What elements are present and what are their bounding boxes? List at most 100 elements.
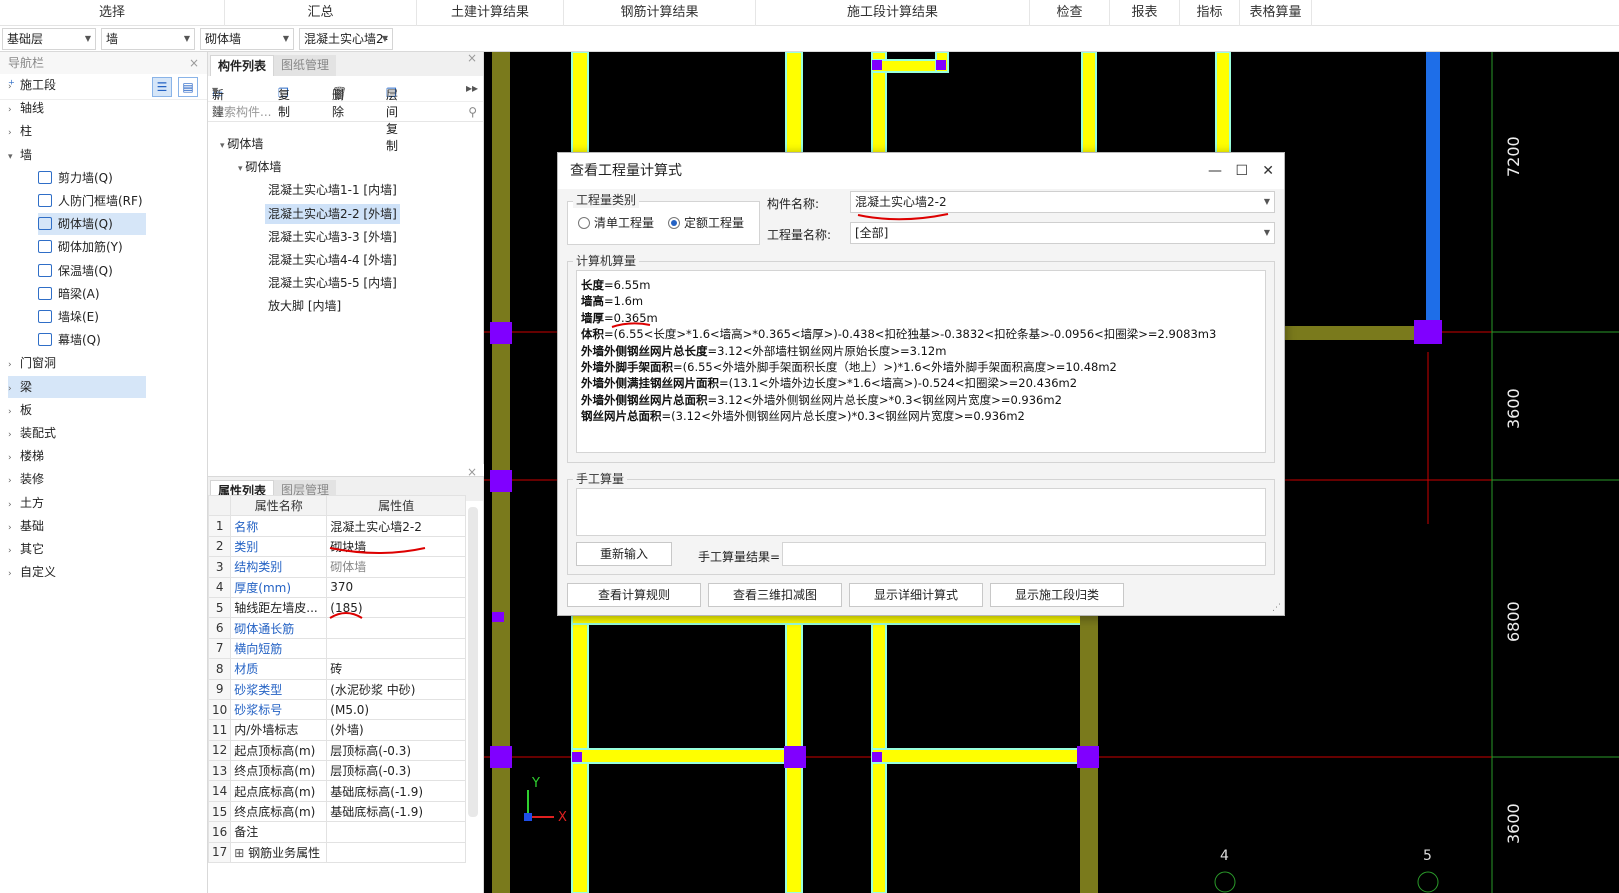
- view-3d-deduction-button[interactable]: 查看三维扣减图: [708, 583, 842, 607]
- ribbon-group-civil-results[interactable]: 土建计算结果: [417, 0, 564, 26]
- wall-blue-selected[interactable]: [1426, 52, 1440, 332]
- property-value[interactable]: 砌块墙: [326, 535, 466, 558]
- property-row[interactable]: 17 ⊞ 钢筋业务属性: [207, 841, 466, 864]
- comp-name-select[interactable]: 混凝土实心墙2-2 ▼: [850, 191, 1275, 213]
- nav-item[interactable]: › 门窗洞: [8, 352, 158, 374]
- property-row[interactable]: 4 厚度(mm) 370: [207, 576, 466, 598]
- property-value[interactable]: 基础底标高(-1.9): [326, 780, 466, 802]
- column[interactable]: [1414, 320, 1442, 344]
- nav-item[interactable]: › 柱: [8, 120, 158, 142]
- floor-select[interactable]: 基础层 ▼: [2, 28, 96, 50]
- calc-formula-box[interactable]: 长度=6.55m 墙高=1.6m 墙厚=0.365m 体积=(6.55<长度>*1.6…: [576, 270, 1266, 453]
- nav-item[interactable]: › 梁: [8, 375, 146, 400]
- nav-item[interactable]: › 装修: [8, 468, 158, 490]
- ribbon-group-report[interactable]: 报表: [1110, 0, 1180, 26]
- property-value[interactable]: (水泥砂浆 中砂): [326, 678, 466, 700]
- property-value[interactable]: 砌体墙: [326, 556, 466, 578]
- manual-formula-input[interactable]: [576, 488, 1266, 536]
- scrollbar[interactable]: [468, 507, 478, 817]
- chevron-right-icon[interactable]: ›: [8, 99, 20, 121]
- tree-item[interactable]: 混凝土实心墙5-5 [内墙]: [268, 273, 397, 293]
- property-value[interactable]: (185): [326, 596, 466, 619]
- close-icon[interactable]: ×: [189, 52, 199, 74]
- ribbon-group-select[interactable]: 选择: [0, 0, 225, 26]
- minimize-icon[interactable]: —: [1208, 153, 1222, 189]
- type-select[interactable]: 砌体墙 ▼: [200, 28, 294, 50]
- nav-item[interactable]: › 基础: [8, 515, 158, 537]
- detail-view-icon[interactable]: ▤: [178, 77, 198, 97]
- property-row[interactable]: 3 结构类别 砌体墙: [207, 556, 466, 578]
- property-value[interactable]: 砖: [326, 658, 466, 680]
- property-row[interactable]: 10 砂浆标号 (M5.0): [207, 698, 466, 721]
- chevron-right-icon[interactable]: ›: [8, 494, 20, 516]
- nav-item[interactable]: › 其它: [8, 538, 158, 560]
- property-value[interactable]: [326, 617, 466, 639]
- tree-item[interactable]: 混凝土实心墙2-2 [外墙]: [265, 203, 400, 224]
- nav-subitem[interactable]: 幕墙(Q): [38, 329, 146, 351]
- nav-subitem[interactable]: 砌体墙(Q): [38, 213, 146, 236]
- chevron-right-icon[interactable]: ›: [8, 424, 20, 446]
- nav-item[interactable]: › 轴线: [8, 97, 158, 119]
- property-row[interactable]: 13 终点顶标高(m) 层顶标高(-0.3): [207, 760, 466, 782]
- chevron-right-icon[interactable]: ›: [8, 540, 20, 562]
- nav-subitem[interactable]: 墙垛(E): [38, 306, 146, 328]
- wall-olive[interactable]: [1284, 326, 1434, 340]
- property-value[interactable]: 370: [326, 576, 466, 598]
- tree-group[interactable]: ▾ 砌体墙: [220, 134, 263, 154]
- property-row[interactable]: 11 内/外墙标志 (外墙): [207, 719, 466, 741]
- ribbon-group-summary[interactable]: 汇总: [225, 0, 417, 26]
- qty-name-select[interactable]: [全部] ▼: [850, 222, 1275, 244]
- radio-quota-qty[interactable]: 定额工程量: [668, 214, 744, 231]
- nav-subitem[interactable]: 砌体加筋(Y): [38, 236, 146, 258]
- column[interactable]: [492, 612, 504, 622]
- property-value[interactable]: 层顶标高(-0.3): [326, 760, 466, 782]
- column[interactable]: [490, 470, 512, 492]
- reinput-button[interactable]: 重新输入: [576, 542, 672, 566]
- chevron-right-icon[interactable]: ›: [8, 517, 20, 539]
- nav-item[interactable]: › 板: [8, 399, 158, 421]
- tree-item[interactable]: 混凝土实心墙3-3 [外墙]: [268, 227, 397, 247]
- column[interactable]: [936, 60, 946, 70]
- column[interactable]: [1077, 746, 1099, 768]
- property-value[interactable]: 混凝土实心墙2-2: [326, 515, 466, 537]
- view-calc-rules-button[interactable]: 查看计算规则: [567, 583, 701, 607]
- resize-grip-icon[interactable]: ⋰: [1272, 603, 1281, 613]
- nav-item[interactable]: › 施工段: [8, 74, 158, 96]
- chevron-right-icon[interactable]: ›: [8, 378, 20, 400]
- ribbon-group-rebar-results[interactable]: 钢筋计算结果: [564, 0, 756, 26]
- property-row[interactable]: 15 终点底标高(m) 基础底标高(-1.9): [207, 800, 466, 823]
- chevron-down-icon[interactable]: ▾: [8, 146, 20, 168]
- property-row[interactable]: 14 起点底标高(m) 基础底标高(-1.9): [207, 780, 466, 802]
- column[interactable]: [572, 752, 582, 762]
- column[interactable]: [784, 746, 806, 768]
- property-row[interactable]: 6 砌体通长筋: [207, 617, 466, 639]
- column[interactable]: [872, 60, 882, 70]
- nav-item[interactable]: › 自定义: [8, 561, 158, 583]
- property-row[interactable]: 16 备注: [207, 821, 466, 843]
- close-icon[interactable]: ×: [467, 51, 477, 65]
- property-row[interactable]: 1 名称 混凝土实心墙2-2: [207, 515, 466, 537]
- property-row[interactable]: 5 轴线距左墙皮... (185): [207, 596, 466, 619]
- component-search-input[interactable]: 搜索构件... ⚲: [208, 102, 483, 122]
- chevron-right-icon[interactable]: ›: [8, 563, 20, 585]
- tree-group[interactable]: ▾ 砌体墙: [238, 157, 281, 177]
- ribbon-group-segment-results[interactable]: 施工段计算结果: [756, 0, 1030, 26]
- tab-component-list[interactable]: 构件列表: [210, 55, 275, 76]
- tree-item[interactable]: 混凝土实心墙1-1 [内墙]: [268, 180, 397, 200]
- property-row[interactable]: 7 横向短筋: [207, 637, 466, 660]
- chevron-right-icon[interactable]: ›: [8, 354, 20, 376]
- category-select[interactable]: 墙 ▼: [101, 28, 195, 50]
- property-value[interactable]: [326, 841, 466, 864]
- column[interactable]: [490, 746, 512, 768]
- ribbon-group-check[interactable]: 检查: [1030, 0, 1110, 26]
- manual-result-input[interactable]: [782, 542, 1266, 566]
- more-icon[interactable]: ▸▸: [466, 81, 478, 95]
- column[interactable]: [490, 322, 512, 344]
- expand-icon[interactable]: ⊞: [234, 846, 248, 860]
- wall-yellow[interactable]: [871, 748, 1083, 764]
- show-detail-formula-button[interactable]: 显示详细计算式: [849, 583, 983, 607]
- chevron-right-icon[interactable]: ›: [8, 122, 20, 144]
- property-value[interactable]: 基础底标高(-1.9): [326, 800, 466, 823]
- ribbon-group-table-qty[interactable]: 表格算量: [1240, 0, 1312, 26]
- chevron-right-icon[interactable]: ›: [8, 401, 20, 423]
